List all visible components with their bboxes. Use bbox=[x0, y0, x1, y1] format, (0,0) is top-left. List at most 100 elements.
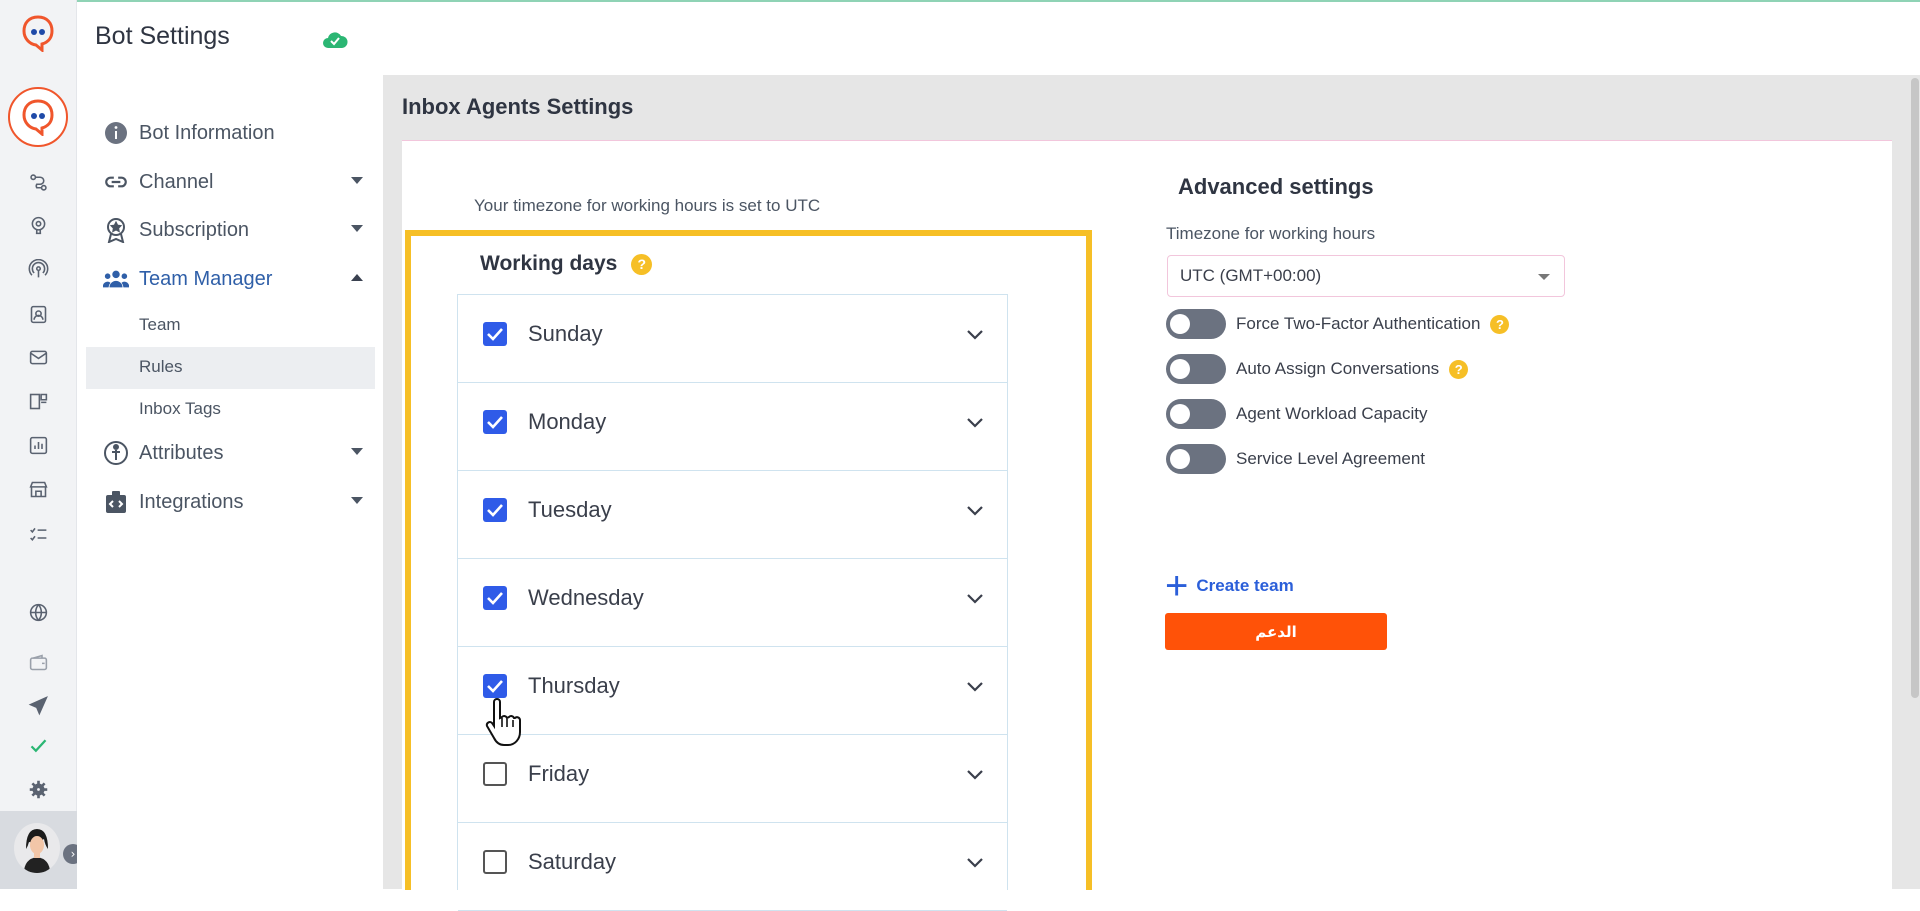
link-icon bbox=[103, 169, 129, 195]
day-label: Tuesday bbox=[528, 497, 612, 522]
toggle-label: Force Two-Factor Authentication bbox=[1236, 314, 1481, 333]
timezone-value: UTC (GMT+00:00) bbox=[1180, 266, 1322, 285]
day-row-monday[interactable]: Monday bbox=[458, 383, 1007, 471]
sla-toggle[interactable] bbox=[1166, 444, 1226, 474]
sidebar-item-label: Team Manager bbox=[139, 267, 273, 290]
tasks-icon[interactable] bbox=[26, 522, 50, 546]
day-checkbox[interactable] bbox=[483, 762, 507, 786]
chevron-down-icon[interactable] bbox=[965, 327, 985, 341]
create-team-button[interactable]: + Create team bbox=[1165, 564, 1294, 608]
auto-assign-toggle[interactable] bbox=[1166, 354, 1226, 384]
day-checkbox[interactable] bbox=[483, 410, 507, 434]
day-row-friday[interactable]: Friday bbox=[458, 735, 1007, 823]
flow-icon[interactable] bbox=[26, 170, 50, 194]
support-button[interactable]: الدعم bbox=[1165, 613, 1387, 650]
analytics-icon[interactable] bbox=[26, 433, 50, 457]
two-factor-toggle[interactable] bbox=[1166, 309, 1226, 339]
toggle-label: Service Level Agreement bbox=[1236, 449, 1425, 468]
award-icon bbox=[103, 217, 129, 243]
chevron-down-icon[interactable] bbox=[965, 855, 985, 869]
plus-icon: + bbox=[1165, 564, 1189, 608]
day-checkbox[interactable] bbox=[483, 586, 507, 610]
toggle-label: Agent Workload Capacity bbox=[1236, 404, 1428, 423]
cloud-saved-icon bbox=[323, 32, 348, 48]
timezone-note: Your timezone for working hours is set t… bbox=[474, 196, 821, 215]
day-label: Thursday bbox=[528, 673, 620, 698]
timezone-select[interactable]: UTC (GMT+00:00) bbox=[1167, 255, 1565, 297]
info-icon bbox=[103, 120, 129, 146]
check-icon[interactable] bbox=[26, 733, 50, 757]
day-label: Saturday bbox=[528, 849, 617, 874]
dashboard-icon[interactable] bbox=[26, 389, 50, 413]
help-icon[interactable]: ? bbox=[1449, 359, 1469, 379]
mail-icon[interactable] bbox=[26, 345, 50, 369]
sidebar-subitem-inbox-tags[interactable]: Inbox Tags bbox=[139, 399, 221, 419]
settings-gear-icon[interactable] bbox=[26, 777, 50, 801]
user-avatar[interactable] bbox=[14, 823, 60, 873]
store-icon[interactable] bbox=[26, 477, 50, 501]
wallet-icon[interactable] bbox=[26, 650, 50, 674]
chevron-down-icon bbox=[351, 497, 363, 504]
app-logo-icon[interactable] bbox=[20, 14, 56, 52]
chevron-down-icon[interactable] bbox=[965, 591, 985, 605]
chevron-up-icon bbox=[351, 274, 363, 281]
day-label: Monday bbox=[528, 409, 607, 434]
contacts-icon[interactable] bbox=[26, 302, 50, 326]
checkmark-icon bbox=[487, 592, 503, 605]
toggle-row-workload-capacity: Agent Workload Capacity bbox=[1166, 399, 1428, 429]
chevron-down-icon[interactable] bbox=[965, 415, 985, 429]
sidebar-item-integrations[interactable]: Integrations bbox=[103, 487, 363, 517]
help-icon[interactable]: ? bbox=[1490, 314, 1510, 334]
toggle-row-auto-assign: Auto Assign Conversations ? bbox=[1166, 354, 1469, 384]
chevron-down-icon[interactable] bbox=[965, 767, 985, 781]
timezone-label: Timezone for working hours bbox=[1166, 224, 1376, 243]
sidebar-item-team-manager[interactable]: Team Manager bbox=[103, 264, 363, 294]
working-days-list: Sunday Monday Tuesday Wednesday Thursday bbox=[457, 294, 1008, 911]
day-checkbox[interactable] bbox=[483, 498, 507, 522]
sidebar-item-label: Subscription bbox=[139, 218, 250, 241]
integration-icon bbox=[103, 489, 129, 515]
chevron-down-icon[interactable] bbox=[965, 679, 985, 693]
person-icon bbox=[103, 440, 129, 466]
day-row-saturday[interactable]: Saturday bbox=[458, 823, 1007, 911]
sidebar-subitem-rules[interactable]: Rules bbox=[139, 357, 182, 377]
bot-avatar[interactable] bbox=[8, 87, 68, 147]
sidebar-item-subscription[interactable]: Subscription bbox=[103, 215, 363, 245]
ai-brain-icon[interactable] bbox=[26, 213, 50, 237]
settings-card: Your timezone for working hours is set t… bbox=[402, 140, 1892, 911]
day-checkbox[interactable] bbox=[483, 674, 507, 698]
chevron-down-icon bbox=[351, 225, 363, 232]
broadcast-icon[interactable] bbox=[26, 257, 50, 281]
chevron-down-icon bbox=[1538, 274, 1550, 280]
globe-icon[interactable] bbox=[26, 600, 50, 624]
day-row-wednesday[interactable]: Wednesday bbox=[458, 559, 1007, 647]
day-checkbox[interactable] bbox=[483, 322, 507, 346]
settings-sidebar: Bot Information Channel Subscription Tea… bbox=[77, 75, 383, 889]
sidebar-item-bot-information[interactable]: Bot Information bbox=[103, 118, 363, 148]
hand-cursor-icon bbox=[485, 698, 521, 746]
sidebar-item-label: Attributes bbox=[139, 441, 224, 464]
send-icon[interactable] bbox=[26, 693, 50, 717]
scrollbar-thumb[interactable] bbox=[1911, 78, 1919, 698]
day-checkbox[interactable] bbox=[483, 850, 507, 874]
day-row-thursday[interactable]: Thursday bbox=[458, 647, 1007, 735]
checkmark-icon bbox=[487, 504, 503, 517]
top-bar: Bot Settings bbox=[77, 0, 1920, 75]
sidebar-item-label: Integrations bbox=[139, 490, 244, 513]
main-scrollbar[interactable] bbox=[1910, 75, 1920, 889]
chevron-down-icon[interactable] bbox=[965, 503, 985, 517]
help-icon[interactable]: ? bbox=[631, 253, 653, 275]
main-content: Inbox Agents Settings Your timezone for … bbox=[383, 75, 1920, 911]
working-days-title: Working days ? bbox=[480, 252, 653, 276]
users-icon bbox=[103, 266, 129, 292]
toggle-row-two-factor: Force Two-Factor Authentication ? bbox=[1166, 309, 1510, 339]
day-row-tuesday[interactable]: Tuesday bbox=[458, 471, 1007, 559]
toggle-row-sla: Service Level Agreement bbox=[1166, 444, 1425, 474]
sidebar-subitem-team[interactable]: Team bbox=[139, 315, 181, 335]
advanced-settings-title: Advanced settings bbox=[1178, 174, 1374, 199]
workload-capacity-toggle[interactable] bbox=[1166, 399, 1226, 429]
sidebar-item-channel[interactable]: Channel bbox=[103, 167, 363, 197]
day-row-sunday[interactable]: Sunday bbox=[458, 295, 1007, 383]
chevron-down-icon bbox=[351, 448, 363, 455]
sidebar-item-attributes[interactable]: Attributes bbox=[103, 438, 363, 468]
